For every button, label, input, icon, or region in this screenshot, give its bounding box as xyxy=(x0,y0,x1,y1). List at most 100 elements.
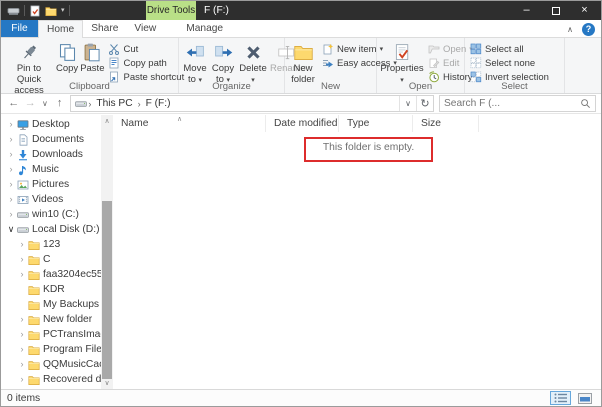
tree-item[interactable]: › Downloads xyxy=(1,147,101,162)
copy-path-button[interactable]: Copy path xyxy=(105,56,187,70)
properties-button[interactable]: Properties ▾ xyxy=(379,41,425,87)
maximize-button[interactable] xyxy=(541,1,570,20)
drive-tools-context-tab[interactable]: Drive Tools xyxy=(146,1,196,20)
tree-item[interactable]: KDR xyxy=(1,282,101,297)
tab-share[interactable]: Share xyxy=(83,20,126,37)
breadcrumb-this-pc[interactable]: This PC xyxy=(92,98,136,109)
tree-item[interactable]: › Music xyxy=(1,162,101,177)
expand-chevron-icon[interactable]: › xyxy=(17,240,27,249)
tree-item[interactable]: › win10 (C:) xyxy=(1,207,101,222)
tab-file[interactable]: File xyxy=(1,20,38,37)
help-icon[interactable]: ? xyxy=(582,23,595,36)
tree-item[interactable]: › Pictures xyxy=(1,177,101,192)
tree-item[interactable]: › 123 xyxy=(1,237,101,252)
qat-customize-chevron-icon[interactable]: ▾ xyxy=(61,7,65,14)
copy-path-icon xyxy=(108,57,120,69)
open-icon xyxy=(428,43,440,55)
tree-item-label: C xyxy=(43,254,50,265)
copy-to-button[interactable]: Copy to ▾ xyxy=(209,41,237,87)
select-none-button[interactable]: Select none xyxy=(467,56,552,70)
expand-chevron-icon[interactable]: › xyxy=(17,270,27,279)
close-button[interactable]: × xyxy=(570,1,599,20)
paste-button[interactable]: Paste xyxy=(79,41,105,76)
move-to-button[interactable]: Move to ▾ xyxy=(181,41,209,87)
tree-item-label: Local Disk (D:) xyxy=(32,224,100,235)
expand-chevron-icon[interactable]: › xyxy=(17,315,27,324)
expand-chevron-icon[interactable]: › xyxy=(6,120,16,129)
qat-new-folder-icon[interactable] xyxy=(45,5,57,17)
tree-item[interactable]: › PCTransImage xyxy=(1,327,101,342)
move-to-icon xyxy=(185,42,206,63)
tree-item-label: Pictures xyxy=(32,179,69,190)
column-header-date-modified[interactable]: Date modified xyxy=(266,115,339,132)
tree-item[interactable]: ∨ Local Disk (D:) xyxy=(1,222,101,237)
back-button[interactable]: ← xyxy=(8,98,19,109)
tree-item[interactable]: › Program Files xyxy=(1,342,101,357)
details-view-button[interactable] xyxy=(550,391,571,405)
tree-item[interactable]: › C xyxy=(1,252,101,267)
tree-item-icon xyxy=(17,149,29,161)
minimize-button[interactable]: – xyxy=(512,1,541,20)
delete-button[interactable]: Delete ▾ xyxy=(237,41,269,87)
cut-icon xyxy=(108,43,120,55)
breadcrumb-drive-f[interactable]: F (F:) xyxy=(142,98,175,109)
tree-item-label: win10 (C:) xyxy=(32,209,79,220)
forward-button[interactable]: → xyxy=(24,98,35,109)
expand-chevron-icon[interactable]: › xyxy=(17,360,27,369)
scrollbar-thumb[interactable] xyxy=(102,201,112,379)
expand-chevron-icon[interactable]: › xyxy=(17,375,27,384)
recent-locations-chevron-icon[interactable]: ∨ xyxy=(41,100,49,108)
tree-item[interactable]: › Recovered data xyxy=(1,372,101,387)
ribbon-group-new: New folder New item▾ Easy access▾ New xyxy=(285,38,377,93)
scroll-up-arrow-icon[interactable]: ∧ xyxy=(101,115,113,127)
address-bar[interactable]: › This PC › F (F:) ∨ ↻ xyxy=(70,95,434,112)
tree-item-label: QQMusicCache xyxy=(43,359,101,370)
select-all-button[interactable]: Select all xyxy=(467,42,552,56)
collapse-ribbon-chevron-icon[interactable]: ∧ xyxy=(567,25,573,34)
tree-item[interactable]: › Videos xyxy=(1,192,101,207)
qat-properties-icon[interactable] xyxy=(29,5,41,17)
up-button[interactable]: ↑ xyxy=(54,98,65,109)
expand-chevron-icon[interactable]: › xyxy=(17,345,27,354)
tree-item[interactable]: › Documents xyxy=(1,132,101,147)
window-title: F (F:) xyxy=(204,1,229,20)
new-folder-button[interactable]: New folder xyxy=(287,41,319,87)
expand-chevron-icon[interactable]: ∨ xyxy=(6,225,16,234)
tree-item[interactable]: › New folder xyxy=(1,312,101,327)
tree-item[interactable]: › QQMusicCache xyxy=(1,357,101,372)
tree-item[interactable]: My Backups xyxy=(1,297,101,312)
expand-chevron-icon[interactable]: › xyxy=(6,165,16,174)
tree-item[interactable]: › Desktop xyxy=(1,117,101,132)
tree-item-icon xyxy=(28,254,40,266)
cut-button[interactable]: Cut xyxy=(105,42,187,56)
column-header-name[interactable]: Name xyxy=(113,115,266,132)
expand-chevron-icon[interactable]: › xyxy=(6,210,16,219)
tab-view[interactable]: View xyxy=(126,20,164,37)
search-box[interactable] xyxy=(439,95,596,112)
tree-item-icon xyxy=(17,179,29,191)
address-dropdown-chevron-icon[interactable]: ∨ xyxy=(399,96,416,111)
expand-chevron-icon[interactable]: › xyxy=(6,135,16,144)
expand-chevron-icon[interactable]: › xyxy=(17,330,27,339)
column-header-type[interactable]: Type xyxy=(339,115,413,132)
expand-chevron-icon[interactable]: › xyxy=(6,150,16,159)
large-icons-view-button[interactable] xyxy=(574,391,595,405)
column-header-size[interactable]: Size xyxy=(413,115,479,132)
tree-item-icon xyxy=(28,314,40,326)
expand-chevron-icon[interactable]: › xyxy=(17,255,27,264)
scroll-down-arrow-icon[interactable]: ∨ xyxy=(101,377,113,389)
expand-chevron-icon[interactable]: › xyxy=(6,180,16,189)
refresh-icon[interactable]: ↻ xyxy=(416,96,433,111)
select-small-buttons: Select all Select none Invert selection xyxy=(467,41,552,84)
new-item-icon xyxy=(322,43,334,55)
tab-home[interactable]: Home xyxy=(38,20,83,38)
tree-item-icon xyxy=(28,359,40,371)
tree-item[interactable]: › faa3204ec55793 xyxy=(1,267,101,282)
expand-chevron-icon[interactable]: › xyxy=(6,195,16,204)
search-input[interactable] xyxy=(444,98,577,109)
sidebar-scrollbar[interactable]: ∧ ∨ xyxy=(101,115,113,389)
copy-button[interactable]: Copy xyxy=(55,41,79,76)
tree-item-icon xyxy=(17,224,29,236)
tab-manage[interactable]: Manage xyxy=(178,20,231,37)
tree-item-label: Downloads xyxy=(32,149,83,160)
